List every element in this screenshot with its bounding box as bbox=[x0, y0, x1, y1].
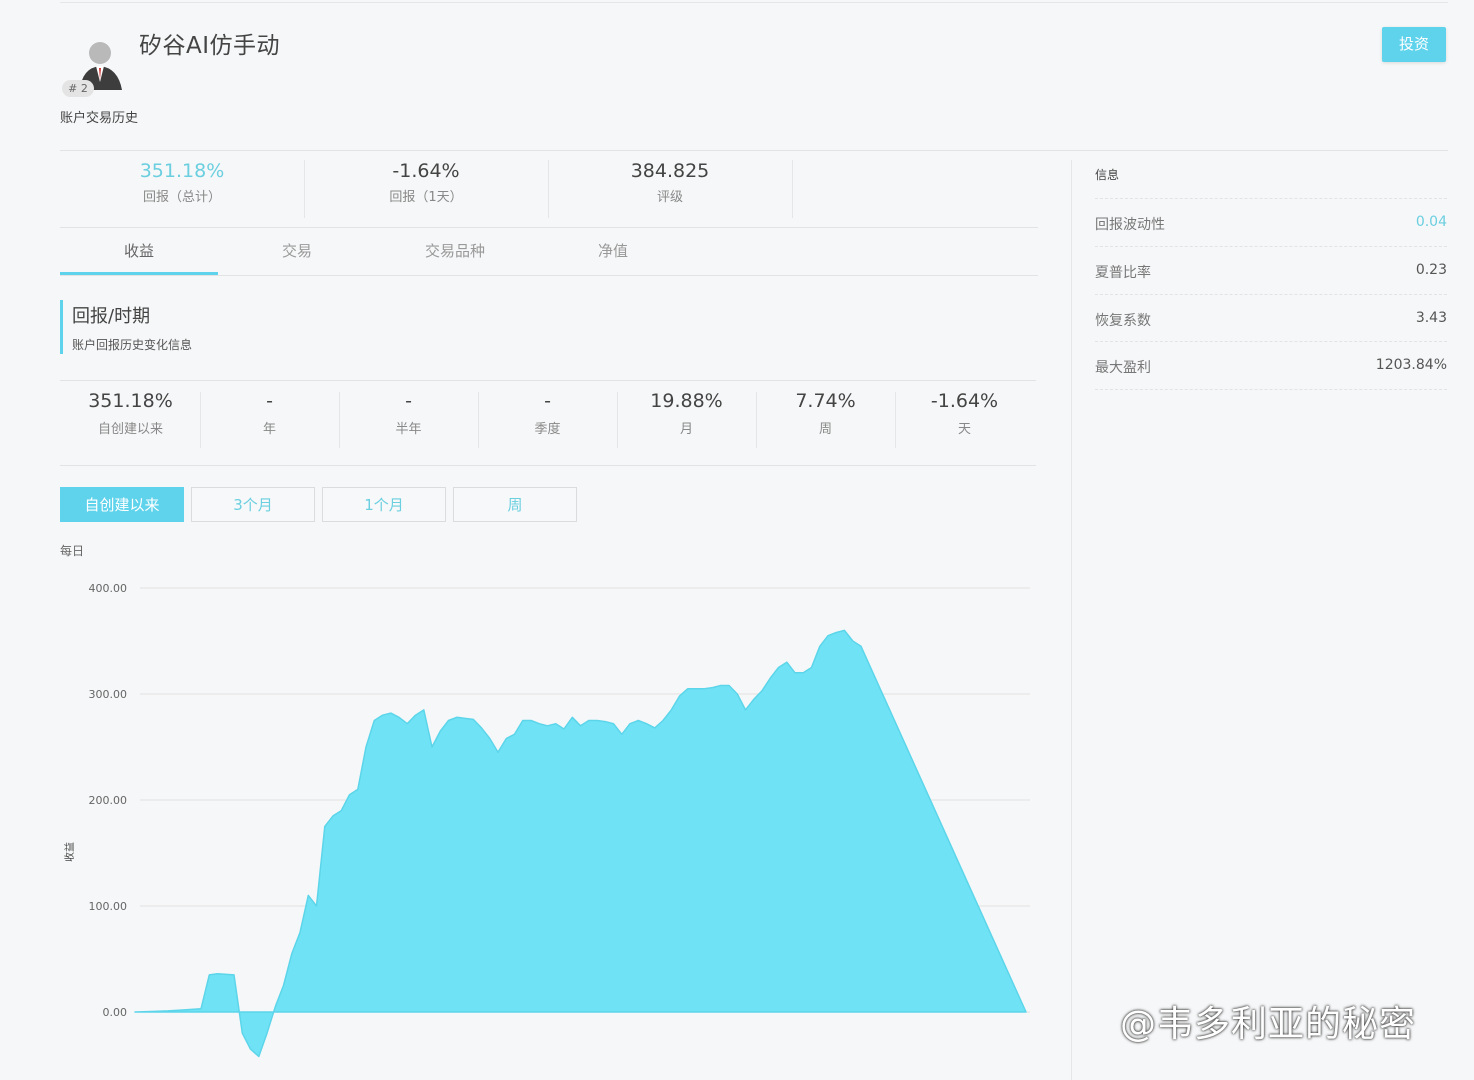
period-cell-half-year: - 半年 bbox=[339, 390, 478, 437]
active-tab-underline bbox=[60, 272, 218, 275]
period-label: 半年 bbox=[395, 422, 422, 437]
info-key: 恢复系数 bbox=[1095, 313, 1151, 329]
period-cell-week: 7.74% 周 bbox=[756, 390, 895, 437]
section-accent-bar bbox=[60, 300, 63, 354]
period-cell-year: - 年 bbox=[200, 390, 339, 437]
info-key: 最大盈利 bbox=[1095, 360, 1151, 376]
period-label: 自创建以来 bbox=[97, 422, 163, 437]
stat-label: 回报（1天） bbox=[389, 190, 463, 205]
period-label: 天 bbox=[957, 422, 971, 437]
tab-symbols[interactable]: 交易品种 bbox=[376, 240, 534, 261]
tabs-divider bbox=[60, 275, 1038, 276]
period-label: 月 bbox=[679, 422, 693, 437]
y-tick-label: 300.00 bbox=[89, 688, 128, 701]
period-value: - bbox=[266, 390, 273, 412]
period-label: 季度 bbox=[534, 422, 561, 437]
range-button-week[interactable]: 周 bbox=[453, 487, 577, 522]
y-axis-label: 收益 bbox=[63, 842, 76, 862]
top-divider bbox=[60, 2, 1448, 3]
info-key: 夏普比率 bbox=[1095, 265, 1151, 281]
info-value: 0.04 bbox=[1415, 214, 1447, 230]
period-value: - bbox=[405, 390, 412, 412]
range-button-since-inception[interactable]: 自创建以来 bbox=[60, 487, 184, 522]
stat-value: 384.825 bbox=[630, 160, 710, 182]
period-cell-quarter: - 季度 bbox=[478, 390, 617, 437]
stat-divider bbox=[792, 160, 793, 218]
range-button-1-month[interactable]: 1个月 bbox=[322, 487, 446, 522]
stat-label: 回报（总计） bbox=[142, 190, 221, 205]
period-value: 19.88% bbox=[650, 390, 723, 412]
y-tick-label: 100.00 bbox=[89, 900, 128, 913]
stat-rating: 384.825 评级 bbox=[550, 160, 790, 205]
y-tick-label: 0.00 bbox=[103, 1006, 128, 1019]
period-value: 351.18% bbox=[88, 390, 173, 412]
section-subtitle: 账户回报历史变化信息 bbox=[72, 338, 193, 352]
period-value: 7.74% bbox=[795, 390, 856, 412]
section-title: 回报/时期 bbox=[72, 306, 151, 327]
invest-button[interactable]: 投资 bbox=[1382, 27, 1446, 62]
header-divider bbox=[60, 150, 1448, 151]
stat-divider bbox=[304, 160, 305, 218]
tab-equity[interactable]: 净值 bbox=[534, 240, 692, 261]
period-value: - bbox=[544, 390, 551, 412]
y-tick-label: 200.00 bbox=[89, 794, 128, 807]
profit-area-chart: 400.00 300.00 200.00 100.00 0.00 收益 bbox=[63, 582, 1030, 1058]
stat-daily-return: -1.64% 回报（1天） bbox=[306, 160, 546, 205]
stat-total-return: 351.18% 回报（总计） bbox=[62, 160, 302, 205]
stat-divider bbox=[548, 160, 549, 218]
info-row-recovery: 恢复系数 3.43 bbox=[1095, 294, 1447, 342]
info-row-max-profit: 最大盈利 1203.84% bbox=[1095, 341, 1447, 390]
rank-badge: # 2 bbox=[62, 80, 94, 97]
y-tick-label: 400.00 bbox=[89, 582, 128, 595]
stat-label: 评级 bbox=[656, 190, 683, 205]
info-row-volatility: 回报波动性 0.04 bbox=[1095, 198, 1447, 246]
info-title: 信息 bbox=[1095, 168, 1120, 182]
tab-profit[interactable]: 收益 bbox=[60, 240, 218, 261]
period-cell-since-inception: 351.18% 自创建以来 bbox=[61, 390, 200, 437]
tab-trades[interactable]: 交易 bbox=[218, 240, 376, 261]
period-value: -1.64% bbox=[930, 390, 999, 412]
info-row-sharpe: 夏普比率 0.23 bbox=[1095, 246, 1447, 294]
period-label: 年 bbox=[262, 422, 276, 437]
info-value: 1203.84% bbox=[1375, 357, 1447, 373]
stat-value: -1.64% bbox=[392, 160, 460, 182]
period-cell-day: -1.64% 天 bbox=[895, 390, 1034, 437]
account-name: 矽谷AI仿手动 bbox=[139, 33, 281, 59]
range-button-3-months[interactable]: 3个月 bbox=[191, 487, 315, 522]
info-value: 0.23 bbox=[1415, 262, 1447, 278]
info-key: 回报波动性 bbox=[1095, 217, 1165, 233]
period-label: 周 bbox=[818, 422, 832, 437]
period-cell-month: 19.88% 月 bbox=[617, 390, 756, 437]
chart-caption: 每日 bbox=[60, 544, 85, 558]
stats-divider bbox=[60, 227, 1038, 228]
info-value: 3.43 bbox=[1415, 310, 1447, 326]
watermark: @韦多利亚的秘密 bbox=[1120, 1004, 1417, 1045]
sidebar-divider bbox=[1071, 160, 1072, 1080]
account-subtitle: 账户交易历史 bbox=[60, 111, 139, 126]
stat-value: 351.18% bbox=[139, 160, 225, 182]
